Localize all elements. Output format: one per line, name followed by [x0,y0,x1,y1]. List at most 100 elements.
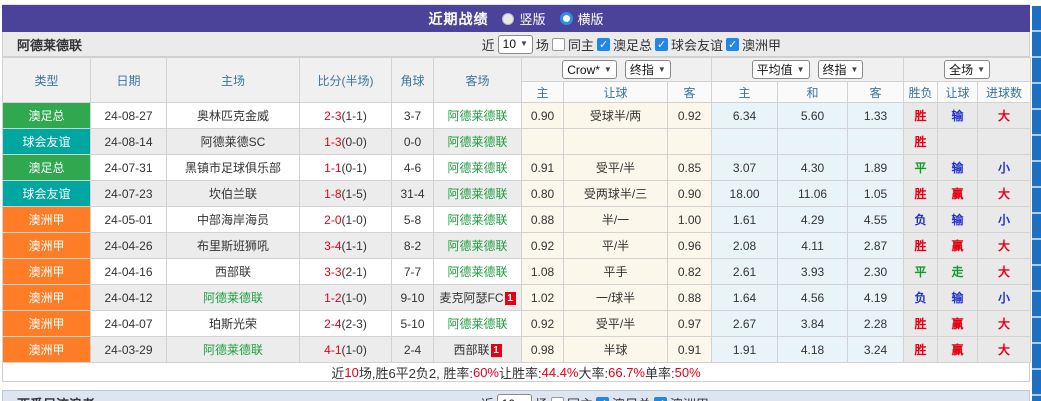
away-team-cell-name[interactable]: 阿德莱德联 [447,317,507,331]
result-cell: 胜 [903,232,939,259]
away-team-cell: 麦克阿瑟FC 1 [433,284,522,311]
handicap-line: 半/一 [563,206,668,233]
handicap-result-cell: 输 [937,102,979,129]
europe-selectors-cell: 平均值 ▼ 终指 ▼ [711,57,905,82]
home-team-cell-name[interactable]: 中部海岸海员 [197,213,269,227]
away-team-cell-name[interactable]: 阿德莱德联 [447,135,507,149]
date-cell: 24-07-23 [90,180,167,207]
handicap-time-select[interactable]: 终指 ▼ [624,60,671,79]
half-score: (2-3) [341,316,367,331]
score-cell: 2-3(1-1) [299,102,392,129]
summary-stats: 近 10 场,胜6平2负2, 胜率: 60% 让胜率: 44.4% 大率: 66.7% 单… [2,363,1030,382]
home-team-cell: 西部联 [166,258,300,285]
euro-away-odds: 1.33 [847,102,905,129]
next-team-name: 西悉尼流浪者 [3,394,95,401]
same-home-label: 同主 [567,394,593,401]
home-team-cell-name[interactable]: 阿德莱德SC [201,135,266,149]
away-team-cell-name[interactable]: 阿德莱德联 [447,109,507,123]
bookmaker-select[interactable]: Crow* ▼ [562,60,617,79]
scope-select-value: 全场 [949,63,974,77]
handicap-away-odds: 0.90 [666,180,713,207]
scope-select[interactable]: 全场 ▼ [944,60,990,79]
match-count-select[interactable]: 10▼ [497,34,533,54]
league-filter-checkbox[interactable] [654,37,668,51]
league-filter-checkbox[interactable] [653,397,667,401]
goals-result-cell: 小 [977,154,1032,181]
home-team-cell-name[interactable]: 阿德莱德联 [203,291,263,305]
red-card-badge: 1 [490,344,502,357]
col-header-away: 客场 [433,57,522,103]
handicap-away-odds: 0.88 [666,284,713,311]
home-team-cell-name[interactable]: 黑镇市足球俱乐部 [185,161,281,175]
league-filter-checkbox[interactable] [596,37,610,51]
table-row: 澳洲甲 24-04-16 西部联 3-3(2-1) 7-7 阿德莱德联 1.08 平手 0.82… [2,258,1032,285]
away-team-cell: 阿德莱德联 [433,310,522,337]
chevron-down-icon: ▼ [520,39,528,48]
table-row: 澳足总 24-08-27 奥林匹克金威 2-3(1-1) 3-7 阿德莱德联 0.90 受球半… [2,102,1032,129]
home-team-cell-name[interactable]: 坎伯兰联 [209,187,257,201]
recent-results-panel: 近期战绩 竖版 横版 阿德莱德联 近10▼场同主澳足总球会友谊澳洲甲 [0,0,1041,401]
full-score: 1-2 [324,290,342,305]
euro-away-odds: 4.55 [847,206,905,233]
goals-result-cell [977,128,1032,155]
handicap-away-odds: 0.96 [666,232,713,259]
right-edge-link-strip[interactable] [1032,6,1041,401]
euro-draw-odds: 3.93 [777,258,849,285]
score-cell: 3-4(1-1) [299,232,392,259]
result-cell: 胜 [903,102,939,129]
corner-cell: 8-2 [391,232,434,259]
league-filter-checkbox[interactable] [595,397,609,401]
home-team-cell-name[interactable]: 奥林匹克金威 [197,109,269,123]
away-team-cell-name[interactable]: 阿德莱德联 [447,265,507,279]
result-cell: 胜 [903,310,939,337]
euro-away-odds: 2.30 [847,258,905,285]
away-team-cell-name[interactable]: 阿德莱德联 [447,239,507,253]
same-home-checkbox[interactable] [550,397,564,401]
europe-value-select[interactable]: 平均值 ▼ [751,60,810,79]
handicap-line: 平手 [563,258,668,285]
half-score: (0-1) [341,160,367,175]
near-label: 近 [481,37,495,53]
away-team-cell-name[interactable]: 阿德莱德联 [447,161,507,175]
home-team-cell-name[interactable]: 珀斯光荣 [209,317,257,331]
summary-segment-9: 50% [674,364,701,380]
matches-label: 场 [535,394,548,401]
home-team-cell-name[interactable]: 布里斯班狮吼 [197,239,269,253]
corner-cell: 5-8 [391,206,434,233]
section-gap [2,382,1030,390]
layout-option-horizontal[interactable]: 横版 [559,9,604,28]
radio-checked-icon[interactable] [559,12,573,25]
summary-segment-2: 场,胜6平2负2, 胜率: [358,365,473,381]
handicap-home-odds [521,128,564,155]
date-cell: 24-04-07 [90,310,167,337]
layout-option-vertical[interactable]: 竖版 [502,9,546,28]
sub-col-header-0: 主 [521,81,564,103]
summary-segment-1: 10 [344,364,359,380]
same-home-checkbox[interactable] [551,37,565,51]
radio-unchecked-icon[interactable] [502,12,515,25]
away-team-cell-name[interactable]: 阿德莱德联 [447,187,507,201]
match-count-select[interactable]: 10▼ [496,394,532,401]
euro-draw-odds [777,128,849,155]
league-filter-checkbox[interactable] [725,37,739,51]
europe-time-select[interactable]: 终指 ▼ [817,60,864,79]
home-team-cell-name[interactable]: 西部联 [215,265,251,279]
euro-home-odds: 1.91 [711,336,779,363]
handicap-result-cell: 赢 [937,232,979,259]
section-title-bar: 近期战绩 竖版 横版 [2,5,1030,32]
goals-result-cell: 大 [977,310,1032,337]
league-cell: 球会友谊 [2,180,91,207]
handicap-line: 受两球半/三 [563,180,668,207]
score-cell: 3-3(2-1) [299,258,392,285]
half-score: (2-1) [341,264,367,279]
away-team-cell-name[interactable]: 麦克阿瑟FC [440,291,504,305]
half-score: (1-0) [341,342,367,357]
league-cell: 澳足总 [2,154,91,181]
table-row: 球会友谊 24-07-23 坎伯兰联 1-8(1-5) 31-4 阿德莱德联 0.80 受两球… [2,180,1032,207]
away-team-cell-name[interactable]: 阿德莱德联 [447,213,507,227]
away-team-cell-name[interactable]: 西部联 [453,343,489,357]
corner-cell: 7-7 [391,258,434,285]
sub-col-header-2: 客 [666,81,713,103]
home-team-cell-name[interactable]: 阿德莱德联 [203,343,263,357]
home-team-cell: 中部海岸海员 [166,206,300,233]
